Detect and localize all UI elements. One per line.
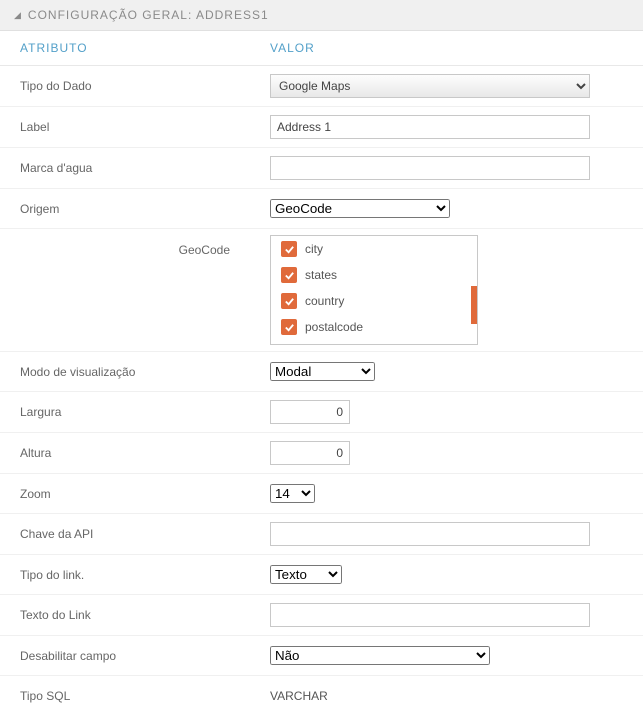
input-largura[interactable] bbox=[270, 400, 350, 424]
label-zoom: Zoom bbox=[20, 487, 270, 501]
geocode-item-label: city bbox=[305, 242, 323, 256]
geocode-item-label: country bbox=[305, 294, 344, 308]
col-header-atributo: ATRIBUTO bbox=[20, 41, 270, 55]
value-tipo-sql: VARCHAR bbox=[270, 689, 629, 703]
geocode-item[interactable]: city bbox=[271, 236, 477, 262]
label-chave: Chave da API bbox=[20, 527, 270, 541]
geocode-item-label: states bbox=[305, 268, 337, 282]
select-tipo-dado[interactable]: Google Maps bbox=[270, 74, 590, 98]
select-origem[interactable]: GeoCode bbox=[270, 199, 450, 218]
row-altura: Altura bbox=[0, 433, 643, 474]
row-chave: Chave da API bbox=[0, 514, 643, 555]
select-desabilitar[interactable]: Não bbox=[270, 646, 490, 665]
input-marca[interactable] bbox=[270, 156, 590, 180]
label-texto-link: Texto do Link bbox=[20, 608, 270, 622]
label-desabilitar: Desabilitar campo bbox=[20, 649, 270, 663]
geocode-listbox[interactable]: city states country postalcode bbox=[270, 235, 478, 345]
checkbox-icon[interactable] bbox=[281, 319, 297, 335]
label-geocode: GeoCode bbox=[20, 235, 270, 257]
geocode-item-label: postalcode bbox=[305, 320, 363, 334]
label-modo: Modo de visualização bbox=[20, 365, 270, 379]
row-label: Label bbox=[0, 107, 643, 148]
select-zoom[interactable]: 14 bbox=[270, 484, 315, 503]
col-header-valor: VALOR bbox=[270, 41, 629, 55]
label-tipo-sql: Tipo SQL bbox=[20, 689, 270, 703]
row-origem: Origem GeoCode bbox=[0, 189, 643, 229]
select-modo[interactable]: Modal bbox=[270, 362, 375, 381]
select-tipo-link[interactable]: Texto bbox=[270, 565, 342, 584]
row-modo: Modo de visualização Modal bbox=[0, 352, 643, 392]
checkbox-icon[interactable] bbox=[281, 241, 297, 257]
scrollbar-thumb[interactable] bbox=[471, 286, 477, 324]
row-tipo-link: Tipo do link. Texto bbox=[0, 555, 643, 595]
label-largura: Largura bbox=[20, 405, 270, 419]
label-marca: Marca d'agua bbox=[20, 161, 270, 175]
geocode-item[interactable]: country bbox=[271, 288, 477, 314]
label-tipo-link: Tipo do link. bbox=[20, 568, 270, 582]
panel-header[interactable]: ◢ CONFIGURAÇÃO GERAL: ADDRESS1 bbox=[0, 0, 643, 31]
input-label[interactable] bbox=[270, 115, 590, 139]
row-zoom: Zoom 14 bbox=[0, 474, 643, 514]
label-label: Label bbox=[20, 120, 270, 134]
row-texto-link: Texto do Link bbox=[0, 595, 643, 636]
input-texto-link[interactable] bbox=[270, 603, 590, 627]
row-geocode: GeoCode city states country postalcode bbox=[0, 229, 643, 352]
geocode-item[interactable]: states bbox=[271, 262, 477, 288]
row-largura: Largura bbox=[0, 392, 643, 433]
row-tipo-sql: Tipo SQL VARCHAR bbox=[0, 676, 643, 716]
input-altura[interactable] bbox=[270, 441, 350, 465]
column-headers: ATRIBUTO VALOR bbox=[0, 31, 643, 66]
checkbox-icon[interactable] bbox=[281, 267, 297, 283]
row-desabilitar: Desabilitar campo Não bbox=[0, 636, 643, 676]
label-altura: Altura bbox=[20, 446, 270, 460]
label-origem: Origem bbox=[20, 202, 270, 216]
row-tipo-dado: Tipo do Dado Google Maps bbox=[0, 66, 643, 107]
checkbox-icon[interactable] bbox=[281, 293, 297, 309]
panel-title: CONFIGURAÇÃO GERAL: ADDRESS1 bbox=[28, 8, 269, 22]
geocode-item[interactable]: postalcode bbox=[271, 314, 477, 340]
row-marca: Marca d'agua bbox=[0, 148, 643, 189]
label-tipo-dado: Tipo do Dado bbox=[20, 79, 270, 93]
collapse-icon: ◢ bbox=[14, 10, 22, 21]
input-chave[interactable] bbox=[270, 522, 590, 546]
